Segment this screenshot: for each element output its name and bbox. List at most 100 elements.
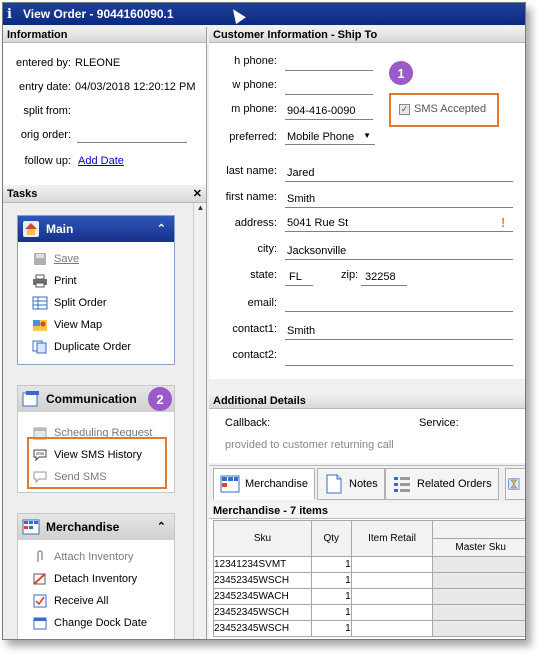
qty-column-header[interactable]: Qty xyxy=(310,520,352,557)
additional-details-panel: Additional Details Callback: Service: pr… xyxy=(209,393,525,463)
qty-cell: 1 xyxy=(310,604,352,621)
h-phone-label: h phone: xyxy=(234,55,277,67)
tasks-header: Tasks ✕ xyxy=(3,185,206,203)
calendar-icon xyxy=(33,617,47,630)
change-dock-date-task[interactable]: Change Dock Date xyxy=(18,612,174,634)
preferred-value: Mobile Phone xyxy=(287,131,355,143)
main-group-title: Main xyxy=(46,222,74,236)
attach-inventory-label: Attach Inventory xyxy=(54,551,134,563)
merchandise-group-header[interactable]: Merchandise ⌃ xyxy=(18,514,174,540)
merchandise-grid-header: Merchandise - 7 items xyxy=(209,503,525,519)
hourglass-icon xyxy=(508,478,520,490)
duplicate-order-task[interactable]: Duplicate Order xyxy=(18,336,174,358)
h-phone-field[interactable] xyxy=(285,70,373,71)
duplicate-icon xyxy=(32,340,47,354)
first-name-label: first name: xyxy=(225,191,277,203)
print-label: Print xyxy=(54,275,77,287)
item-retail-cell xyxy=(350,604,434,621)
main-task-group: Main ⌃ Save Print Split Order View Map D… xyxy=(17,215,175,365)
follow-up-label: follow up: xyxy=(24,155,71,167)
contact1-label: contact1: xyxy=(232,323,277,335)
tab-related-orders[interactable]: Related Orders xyxy=(385,468,499,500)
view-map-label: View Map xyxy=(54,319,103,331)
tasks-scrollbar[interactable]: ▲ xyxy=(193,203,207,639)
receive-all-label: Receive All xyxy=(54,595,109,607)
zip-label: zip: xyxy=(341,269,359,281)
customer-information-panel: Customer Information - Ship To h phone: … xyxy=(209,27,525,379)
notes-icon xyxy=(326,474,342,494)
attach-inventory-task[interactable]: Attach Inventory xyxy=(18,546,174,568)
master-sku-column-header[interactable]: Master Sku xyxy=(432,538,525,557)
entry-date-label: entry date: xyxy=(19,81,71,93)
scroll-up-icon[interactable]: ▲ xyxy=(194,203,207,216)
preferred-select[interactable]: Mobile Phone ▼ xyxy=(285,129,375,145)
w-phone-label: w phone: xyxy=(232,79,277,91)
main-group-header[interactable]: Main ⌃ xyxy=(18,216,174,242)
receive-all-task[interactable]: Receive All xyxy=(18,590,174,612)
callback-label: Callback: xyxy=(225,417,271,429)
table-row[interactable]: 23452345WSCH 1 xyxy=(213,620,525,637)
item-retail-cell xyxy=(350,588,434,605)
table-row[interactable]: 12341234SVMT 1 xyxy=(213,556,525,573)
entered-by-label: entered by: xyxy=(15,57,71,69)
sku-cell: 12341234SVMT xyxy=(213,556,312,573)
tasks-panel: Tasks ✕ ▲ Main ⌃ Save Print Split Order … xyxy=(3,185,207,639)
zip-value[interactable]: 32258 xyxy=(365,271,396,283)
state-value[interactable]: FL xyxy=(289,271,302,283)
qty-cell: 1 xyxy=(310,620,352,637)
detach-inventory-task[interactable]: Detach Inventory xyxy=(18,568,174,590)
master-sku-cell xyxy=(432,588,525,605)
map-icon xyxy=(33,320,47,331)
item-retail-cell xyxy=(350,572,434,589)
collapse-chevron-icon[interactable]: ⌃ xyxy=(157,222,166,235)
contact2-field[interactable] xyxy=(285,365,513,366)
additional-details-header: Additional Details xyxy=(209,393,525,409)
blank-group-header xyxy=(432,520,525,539)
table-row[interactable]: 23452345WACH 1 xyxy=(213,588,525,605)
orig-order-field[interactable] xyxy=(77,142,187,143)
master-sku-cell xyxy=(432,604,525,621)
title-bar: i View Order - 9044160090.1 xyxy=(3,3,525,25)
checklist-icon xyxy=(33,594,47,608)
contact1-value[interactable]: Smith xyxy=(287,325,315,337)
address-value[interactable]: 5041 Rue St xyxy=(287,217,348,229)
callout-badge-2: 2 xyxy=(148,387,172,411)
close-icon[interactable]: ✕ xyxy=(193,187,202,200)
table-header-row: Sku Qty Item Retail xyxy=(213,520,525,557)
printer-icon xyxy=(33,274,47,288)
state-underline xyxy=(285,285,313,286)
sku-column-header[interactable]: Sku xyxy=(213,520,312,557)
qty-cell: 1 xyxy=(310,588,352,605)
city-value[interactable]: Jacksonville xyxy=(287,245,346,257)
split-order-label: Split Order xyxy=(54,297,107,309)
table-row[interactable]: 23452345WSCH 1 xyxy=(213,572,525,589)
split-order-task[interactable]: Split Order xyxy=(18,292,174,314)
m-phone-value[interactable]: 904-416-0090 xyxy=(287,105,356,117)
sku-cell: 23452345WSCH xyxy=(213,604,312,621)
print-task[interactable]: Print xyxy=(18,270,174,292)
add-date-link[interactable]: Add Date xyxy=(78,155,124,167)
sku-cell: 23452345WSCH xyxy=(213,620,312,637)
callout-badge-1: 1 xyxy=(389,61,413,85)
first-name-value[interactable]: Smith xyxy=(287,193,315,205)
first-name-underline xyxy=(285,207,513,208)
address-underline xyxy=(285,231,513,232)
tab-notes[interactable]: Notes xyxy=(317,468,385,500)
last-name-value[interactable]: Jared xyxy=(287,167,315,179)
tab-merchandise[interactable]: Merchandise xyxy=(213,468,315,500)
last-name-label: last name: xyxy=(226,165,277,177)
w-phone-field[interactable] xyxy=(285,94,373,95)
table-row[interactable]: 23452345WSCH 1 xyxy=(213,604,525,621)
collapse-chevron-icon[interactable]: ⌃ xyxy=(157,520,166,533)
view-map-task[interactable]: View Map xyxy=(18,314,174,336)
tab-hourglass[interactable] xyxy=(505,468,525,500)
entry-date-value: 04/03/2018 12:20:12 PM xyxy=(75,81,196,93)
split-from-label: split from: xyxy=(23,105,71,117)
email-field[interactable] xyxy=(285,311,513,312)
detail-tabs: Merchandise Notes Related Orders xyxy=(209,465,525,501)
save-task[interactable]: Save xyxy=(18,248,174,270)
master-sku-cell xyxy=(432,620,525,637)
item-retail-column-header[interactable]: Item Retail xyxy=(350,520,434,557)
contact1-underline xyxy=(285,339,513,340)
information-panel: Information entered by: RLEONE entry dat… xyxy=(3,27,207,185)
